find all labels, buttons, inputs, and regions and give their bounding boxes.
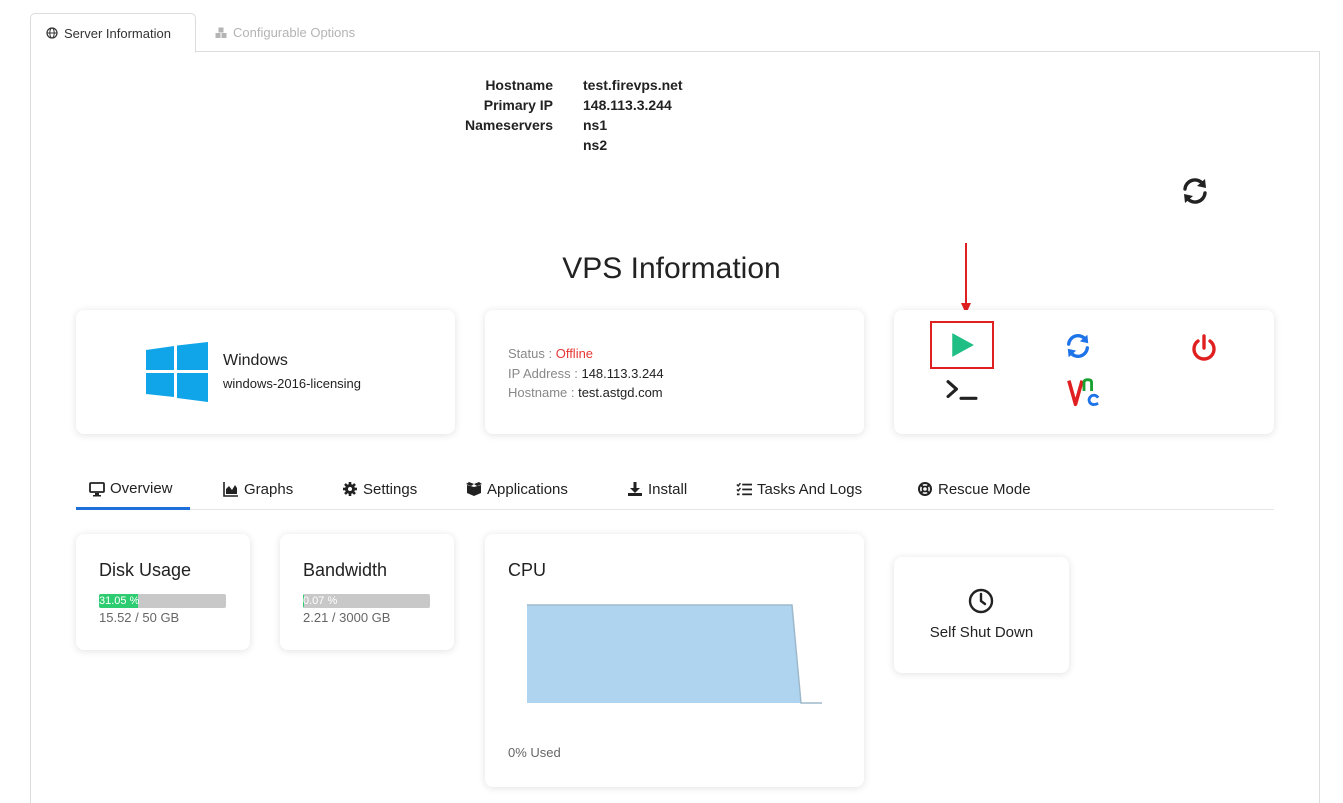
hostname-value: test.firevps.net — [583, 77, 683, 93]
ip-label: IP Address : — [508, 365, 582, 381]
nameserver-2: ns2 — [583, 137, 608, 153]
cpu-graph-area — [527, 605, 801, 703]
os-template: windows-2016-licensing — [223, 376, 362, 391]
windows-logo-icon — [146, 342, 208, 402]
status-card: Status : Offline IP Address : 148.113.3.… — [485, 310, 864, 434]
tab-graphs[interactable]: Graphs — [223, 470, 293, 508]
terminal-icon — [946, 380, 978, 400]
cubes-icon — [215, 27, 227, 39]
cpu-used-text: 0% Used — [508, 745, 561, 760]
tab-server-information[interactable]: Server Information — [30, 13, 196, 53]
tab-rescue-mode[interactable]: Rescue Mode — [917, 470, 1031, 508]
hostname-label: Hostname — [485, 77, 553, 93]
disk-usage-percent: 31.05 % — [99, 595, 140, 607]
console-button[interactable] — [944, 374, 980, 406]
vps-hostname-label: Hostname : — [508, 385, 579, 400]
annotation-arrow — [961, 243, 971, 314]
actions-card — [894, 310, 1274, 434]
desktop-icon — [89, 481, 105, 496]
box-open-icon — [466, 482, 482, 496]
primary-ip-label: Primary IP — [483, 97, 553, 113]
disk-usage-bar: 31.05 % — [99, 594, 226, 608]
tab-install-label: Install — [648, 480, 688, 498]
server-info: Hostname test.firevps.net Primary IP 148… — [440, 75, 683, 155]
top-tabs: Server Information Configurable Options — [30, 13, 1320, 53]
vnc-icon — [1067, 378, 1100, 407]
sync-icon[interactable] — [1180, 176, 1210, 206]
bandwidth-value: 2.21 / 3000 GB — [303, 610, 391, 625]
tab-graphs-label: Graphs — [244, 480, 294, 498]
os-name: Windows — [223, 352, 288, 369]
gear-icon — [343, 482, 357, 496]
tab-settings-label: Settings — [363, 480, 418, 498]
life-ring-icon — [918, 482, 932, 496]
disk-usage-title: Disk Usage — [99, 560, 192, 580]
cpu-card: CPU 0% Used — [485, 534, 864, 787]
nameserver-1: ns1 — [583, 117, 608, 133]
bandwidth-bar: 0.07 % — [303, 594, 430, 608]
sync-icon — [1066, 334, 1090, 358]
overview-tabs: Overview Graphs Settings Applications In… — [76, 470, 1274, 510]
clock-icon — [968, 588, 994, 614]
tab-settings[interactable]: Settings — [342, 470, 417, 508]
tab-overview-label: Overview — [110, 480, 173, 497]
bandwidth-card: Bandwidth 0.07 % 2.21 / 3000 GB — [280, 534, 454, 650]
bandwidth-percent: 0.07 % — [303, 595, 338, 607]
restart-button[interactable] — [1062, 330, 1094, 362]
primary-ip-value: 148.113.3.244 — [583, 97, 672, 113]
cpu-title: CPU — [508, 560, 547, 580]
tab-install[interactable]: Install — [627, 470, 687, 508]
bandwidth-title: Bandwidth — [303, 560, 388, 580]
start-button[interactable] — [930, 321, 994, 369]
tab-configurable-options[interactable]: Configurable Options — [200, 13, 370, 52]
tab-server-information-label: Server Information — [64, 25, 171, 41]
status-label: Status : — [508, 346, 556, 361]
tab-applications-label: Applications — [487, 480, 568, 498]
disk-usage-card: Disk Usage 31.05 % 15.52 / 50 GB — [76, 534, 250, 650]
vnc-button[interactable] — [1066, 374, 1102, 410]
tab-tasks-and-logs[interactable]: Tasks And Logs — [736, 470, 862, 508]
tab-configurable-options-label: Configurable Options — [233, 25, 356, 40]
ip-value: 148.113.3.244 — [581, 365, 664, 381]
self-shut-down-card[interactable]: Self Shut Down — [894, 557, 1069, 673]
self-shut-down-label: Self Shut Down — [929, 624, 1034, 641]
tab-rescue-label: Rescue Mode — [938, 480, 1031, 498]
globe-icon — [46, 27, 58, 39]
download-icon — [628, 482, 642, 496]
nameservers-label: Nameservers — [465, 117, 553, 133]
tab-applications[interactable]: Applications — [466, 470, 568, 508]
disk-usage-value: 15.52 / 50 GB — [99, 610, 180, 625]
play-icon — [952, 333, 974, 357]
power-button[interactable] — [1188, 332, 1220, 364]
vps-information-title: VPS Information — [562, 252, 781, 285]
power-icon — [1192, 334, 1216, 361]
os-card: Windows windows-2016-licensing — [76, 310, 455, 434]
cpu-graph — [527, 604, 822, 704]
tasks-icon — [736, 482, 752, 496]
vps-hostname-value: test.astgd.com — [578, 385, 663, 400]
tab-tasks-label: Tasks And Logs — [757, 480, 863, 498]
area-chart-icon — [223, 482, 238, 497]
tab-overview[interactable]: Overview — [76, 470, 190, 510]
status-value: Offline — [555, 346, 594, 361]
